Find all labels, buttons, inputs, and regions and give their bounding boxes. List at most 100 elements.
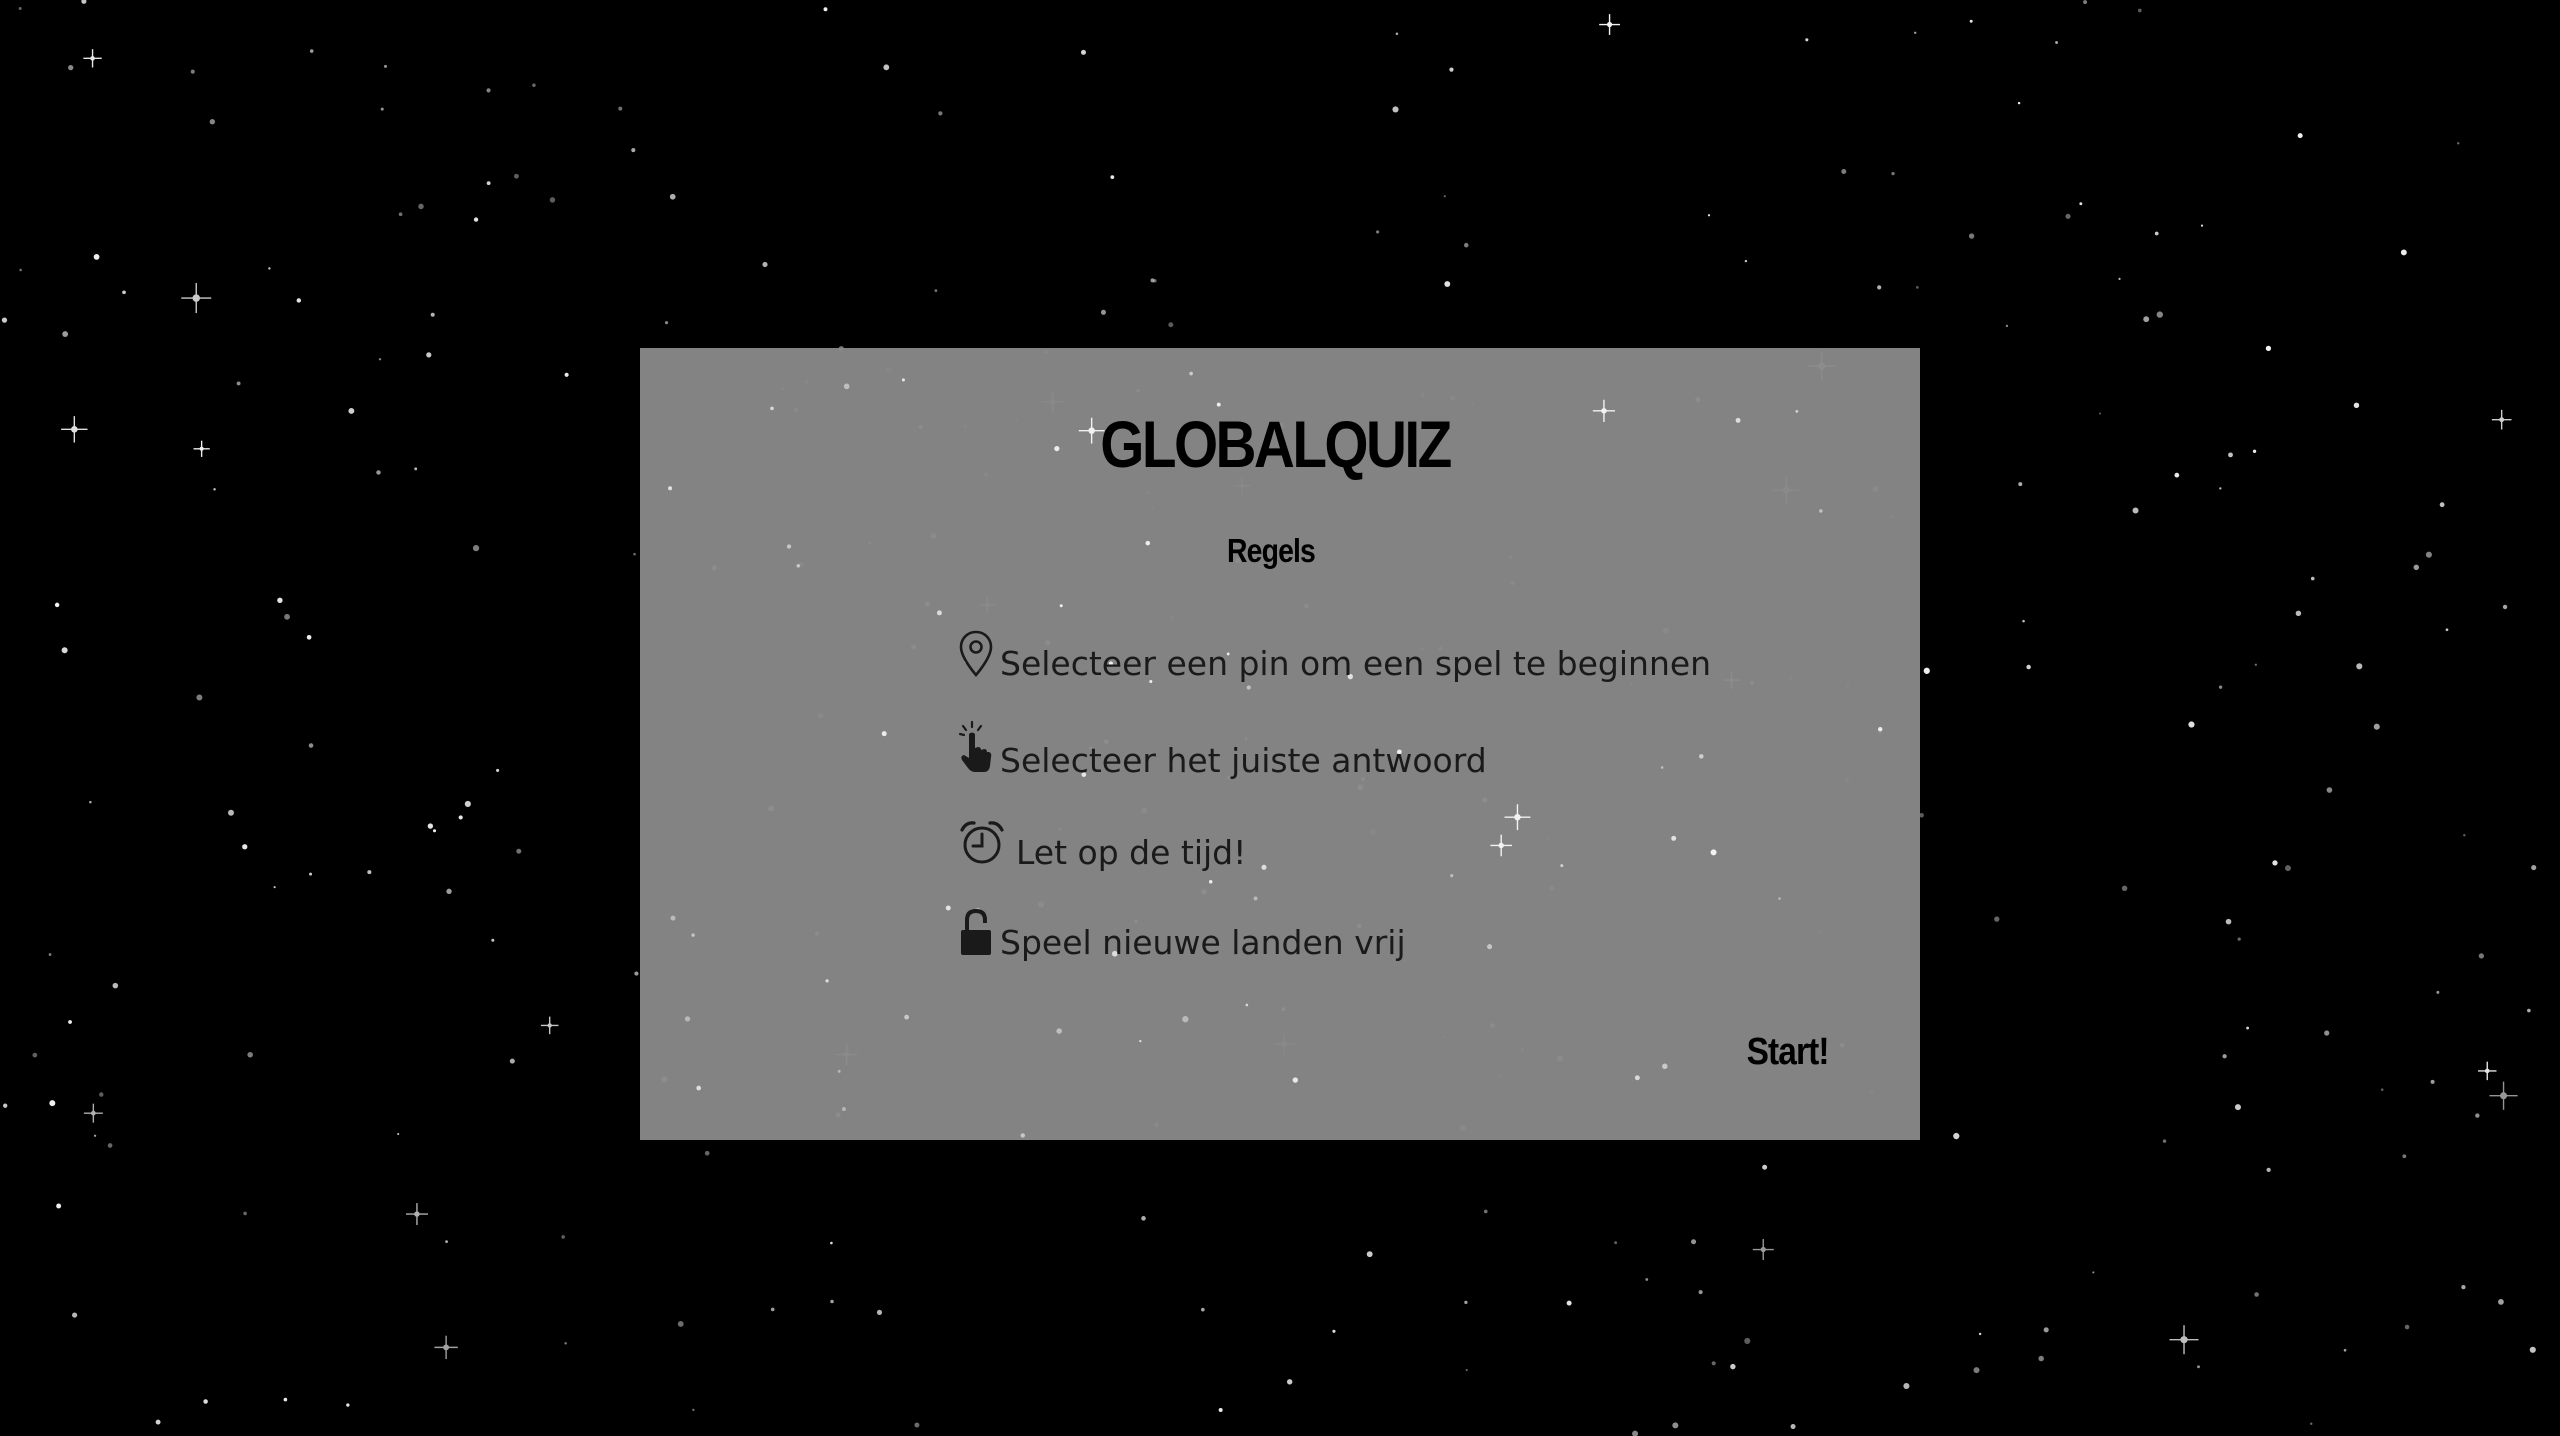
- star: [1150, 278, 1155, 283]
- star: [2137, 8, 2142, 13]
- star: [1698, 1290, 1703, 1295]
- rule-text: Selecteer een pin om een spel te beginne…: [1000, 644, 1712, 683]
- star: [367, 870, 372, 875]
- star: [2237, 937, 2241, 941]
- star: [62, 331, 69, 337]
- star: [414, 467, 418, 471]
- star: [823, 7, 828, 12]
- star: [634, 971, 639, 976]
- star: [1464, 1300, 1468, 1305]
- star: [561, 1235, 565, 1239]
- star: [1877, 285, 1882, 290]
- star: [89, 800, 92, 804]
- star: [2310, 1422, 2313, 1425]
- star: [68, 1020, 72, 1024]
- star: [81, 0, 87, 4]
- star: [2254, 663, 2257, 666]
- star: [1978, 1332, 1982, 1336]
- star: [418, 203, 424, 210]
- unlocked-padlock-icon: [958, 908, 998, 962]
- star: [1395, 32, 1399, 36]
- star: [2252, 449, 2257, 453]
- sparkle-star: [2478, 1061, 2497, 1081]
- star: [669, 193, 676, 200]
- star: [473, 217, 479, 222]
- star: [1914, 31, 1917, 34]
- star: [2430, 1079, 2435, 1084]
- star: [1449, 67, 1454, 72]
- star: [2413, 564, 2420, 571]
- rules-panel: GLOBALQUIZ Regels Selecteer een pin om e…: [640, 348, 1920, 1140]
- star: [380, 107, 384, 111]
- start-button[interactable]: Start!: [1746, 1031, 1829, 1074]
- star: [122, 290, 126, 295]
- star: [309, 49, 314, 53]
- star: [1790, 1424, 1796, 1430]
- star: [696, 1085, 702, 1091]
- star: [491, 938, 495, 942]
- star: [2225, 918, 2232, 925]
- star: [2380, 1088, 2384, 1091]
- star: [2092, 1271, 2095, 1274]
- star: [273, 886, 276, 889]
- alarm-clock-icon: [958, 820, 1014, 872]
- star: [1698, 754, 1704, 759]
- star: [2254, 1292, 2259, 1297]
- star: [2425, 551, 2432, 558]
- sparkle-star: [1490, 834, 1512, 857]
- star: [496, 768, 500, 773]
- star: [532, 83, 536, 87]
- star: [93, 254, 100, 260]
- star: [1915, 286, 1919, 289]
- star: [664, 321, 669, 325]
- star: [2478, 953, 2485, 959]
- star: [668, 486, 673, 491]
- rule-text: Selecteer het juiste antwoord: [1000, 741, 1487, 780]
- star: [2065, 213, 2071, 219]
- star: [2121, 885, 2128, 892]
- star: [2022, 619, 2025, 623]
- star: [1189, 371, 1193, 376]
- star: [1261, 864, 1267, 870]
- star: [843, 383, 850, 390]
- star: [876, 1309, 883, 1316]
- star: [2463, 833, 2466, 837]
- star: [1634, 1075, 1640, 1081]
- rule-item-answer: Selecteer het juiste antwoord: [958, 720, 1487, 780]
- star: [458, 815, 463, 820]
- star: [346, 1403, 350, 1407]
- star: [1819, 509, 1823, 513]
- star: [2017, 101, 2021, 105]
- pointing-hand-icon: [958, 720, 998, 780]
- star: [1483, 1209, 1488, 1214]
- star: [2197, 1365, 2200, 1369]
- star: [2343, 1348, 2347, 1352]
- star: [1253, 896, 1258, 901]
- star: [19, 268, 22, 272]
- star: [464, 800, 471, 808]
- star: [2026, 664, 2031, 670]
- star: [1450, 874, 1454, 878]
- star: [1711, 1361, 1716, 1366]
- star: [432, 829, 437, 833]
- star: [2143, 316, 2150, 323]
- sparkle-star: [2169, 1325, 2199, 1355]
- star: [2005, 324, 2009, 328]
- star: [2373, 723, 2380, 730]
- rule-text: Let op de tijd!: [1016, 833, 1247, 872]
- rule-item-time: Let op de tijd!: [958, 820, 1246, 872]
- star: [704, 1150, 710, 1156]
- star: [1691, 1239, 1697, 1245]
- star: [397, 1133, 400, 1136]
- game-title: GLOBALQUIZ: [1100, 407, 1452, 481]
- sparkle-star: [2491, 409, 2512, 430]
- star: [762, 261, 768, 268]
- star: [99, 1092, 104, 1097]
- star: [48, 953, 52, 956]
- star: [427, 823, 434, 829]
- rules-heading: Regels: [1227, 532, 1316, 569]
- star: [2353, 402, 2360, 409]
- star: [904, 1014, 910, 1020]
- star: [2118, 277, 2121, 280]
- star: [1566, 1300, 1572, 1306]
